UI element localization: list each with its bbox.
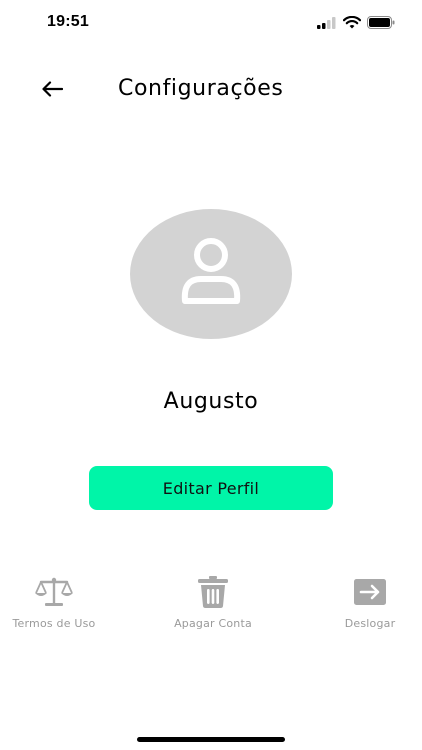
status-icons [317, 14, 395, 33]
page-title: Configurações [118, 76, 284, 101]
delete-account-button[interactable]: Apagar Conta [153, 576, 273, 630]
battery-icon [367, 14, 395, 33]
user-placeholder-icon [175, 237, 247, 311]
terms-of-use-button[interactable]: Termos de Uso [0, 577, 114, 630]
back-button[interactable] [38, 78, 66, 104]
edit-profile-button[interactable]: Editar Perfil [89, 466, 333, 510]
trash-icon [196, 576, 230, 612]
delete-account-label: Apagar Conta [174, 617, 252, 630]
wifi-icon [342, 14, 362, 33]
terms-of-use-label: Termos de Uso [12, 617, 96, 630]
logout-button[interactable]: Deslogar [310, 577, 422, 630]
logout-label: Deslogar [344, 617, 396, 630]
avatar [130, 209, 292, 339]
logout-arrow-icon [353, 578, 387, 610]
status-time: 19:51 [47, 13, 89, 30]
cellular-signal-icon [317, 14, 337, 33]
user-name: Augusto [163, 389, 259, 414]
arrow-left-icon [41, 81, 64, 101]
home-indicator [137, 737, 285, 742]
scale-icon [34, 576, 74, 612]
